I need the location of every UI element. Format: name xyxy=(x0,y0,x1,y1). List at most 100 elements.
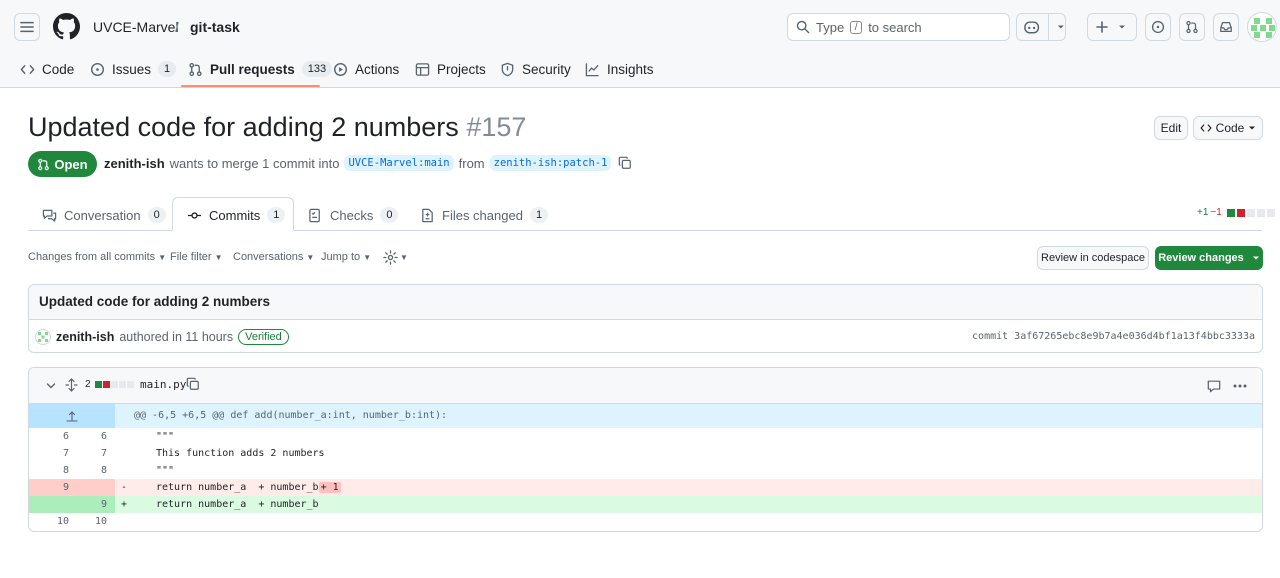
caret-down-icon: ▼ xyxy=(214,253,223,262)
diffstat-block xyxy=(95,381,102,388)
pull-request-icon xyxy=(1186,20,1198,34)
code-icon xyxy=(20,64,35,74)
code-dropdown-button[interactable]: Code xyxy=(1193,116,1263,140)
comment-icon[interactable] xyxy=(1207,379,1221,393)
verified-badge[interactable]: Verified xyxy=(238,328,289,345)
merge-text: wants to merge 1 commit into xyxy=(169,155,340,171)
diff-line-deletion: 9 - return number_a + number_b + 1 xyxy=(29,479,1262,496)
file-diffstat xyxy=(95,381,134,388)
review-codespace-label: Review in codespace xyxy=(1041,252,1145,264)
create-new-button[interactable] xyxy=(1087,13,1137,41)
graph-icon xyxy=(585,62,599,76)
tab-actions[interactable]: Actions xyxy=(333,59,399,79)
hunk-text: @@ -6,5 +6,5 @@ def add(number_a:int, nu… xyxy=(134,410,448,421)
old-line-number[interactable]: 6 xyxy=(29,428,69,445)
diffstat-block xyxy=(1236,208,1245,217)
inbox-button[interactable] xyxy=(1213,13,1239,41)
pull-requests-button[interactable] xyxy=(1179,13,1205,41)
pr-tab-conversation[interactable]: Conversation 0 xyxy=(42,206,166,224)
chevron-down-icon[interactable] xyxy=(46,381,56,391)
github-logo[interactable] xyxy=(53,13,80,40)
commit-sha[interactable]: commit 3af67265ebc8e9b7a4e036d4bf1a13f4b… xyxy=(972,331,1255,342)
chevron-down-icon xyxy=(1252,256,1259,260)
commit-author[interactable]: zenith-ish xyxy=(56,330,114,344)
breadcrumb-repo[interactable]: git-task xyxy=(190,19,240,35)
comment-icon xyxy=(42,209,57,222)
line-code: """ xyxy=(156,465,175,476)
old-line-number[interactable]: 9 xyxy=(29,479,69,496)
kebab-icon[interactable] xyxy=(1233,384,1247,388)
tab-label: Pull requests xyxy=(210,61,295,77)
conversations-dropdown[interactable]: Conversations ▼ xyxy=(233,251,314,263)
commit-details: zenith-ish authored in 11 hours Verified… xyxy=(29,320,1262,352)
tab-counter: 133 xyxy=(301,61,333,77)
avatar[interactable] xyxy=(1247,12,1277,42)
new-line-number[interactable]: 10 xyxy=(67,513,107,530)
pr-tab-counter: 0 xyxy=(147,207,166,223)
diffstat-block xyxy=(111,381,118,388)
pr-author[interactable]: zenith-ish xyxy=(104,156,165,171)
file-diff: 2 main.py @@ -6,5 +6,5 @@ def add(number… xyxy=(28,367,1263,532)
new-line-number[interactable]: 9 xyxy=(67,496,107,513)
checklist-icon xyxy=(309,208,320,222)
pr-tab-commits[interactable]: Commits 1 xyxy=(187,206,286,224)
search-input[interactable]: Type / to search xyxy=(787,13,1010,41)
pr-tab-counter: 0 xyxy=(380,207,399,223)
status-label: Open xyxy=(54,156,88,172)
tab-label: Projects xyxy=(437,61,486,77)
line-code: This function adds 2 numbers xyxy=(156,448,325,459)
tab-issues[interactable]: Issues 1 xyxy=(90,59,177,79)
old-line-number[interactable]: 10 xyxy=(29,513,69,530)
tab-projects[interactable]: Projects xyxy=(415,59,486,79)
expand-icon[interactable] xyxy=(65,378,78,392)
diff-settings-button[interactable]: ▼ xyxy=(383,250,408,265)
tab-security[interactable]: Security xyxy=(500,59,571,79)
caret-down-icon: ▼ xyxy=(400,253,408,262)
file-name[interactable]: main.py xyxy=(140,378,186,391)
copilot-icon xyxy=(1024,21,1040,34)
copy-icon[interactable] xyxy=(618,156,632,170)
conversations-label: Conversations xyxy=(233,251,304,263)
breadcrumb-owner[interactable]: UVCE-Marvel xyxy=(93,19,179,35)
copy-icon[interactable] xyxy=(186,377,200,391)
review-in-codespace-button[interactable]: Review in codespace xyxy=(1037,246,1149,270)
pr-tab-files-changed[interactable]: Files changed 1 xyxy=(420,206,549,224)
diffstat: +1 −1 xyxy=(1197,207,1275,218)
selected-tab-underline xyxy=(181,85,320,87)
search-shortcut: / xyxy=(850,20,863,34)
commit-card: Updated code for adding 2 numbers zenith… xyxy=(28,284,1263,353)
tab-label: Actions xyxy=(355,61,400,77)
diff-line: 8 8 """ xyxy=(29,462,1262,479)
review-changes-button[interactable]: Review changes xyxy=(1155,246,1263,270)
expand-up-icon[interactable] xyxy=(66,410,78,422)
commit-message[interactable]: Updated code for adding 2 numbers xyxy=(29,285,1262,320)
old-line-number[interactable]: 8 xyxy=(29,462,69,479)
edit-button[interactable]: Edit xyxy=(1154,116,1188,140)
copilot-button[interactable] xyxy=(1016,13,1066,41)
tab-pull-requests[interactable]: Pull requests 133 xyxy=(188,59,333,79)
hunk-expand-gutter[interactable] xyxy=(29,404,115,428)
new-line-number[interactable]: 6 xyxy=(67,428,107,445)
file-filter-dropdown[interactable]: File filter ▼ xyxy=(170,251,223,263)
changes-from-dropdown[interactable]: Changes from all commits ▼ xyxy=(28,251,166,263)
base-branch[interactable]: UVCE-Marvel:main xyxy=(344,155,454,171)
old-line-number[interactable]: 7 xyxy=(29,445,69,462)
head-branch[interactable]: zenith-ish:patch-1 xyxy=(489,155,612,171)
chevron-down-icon xyxy=(1249,126,1256,130)
pr-tab-checks[interactable]: Checks 0 xyxy=(308,206,399,224)
code-icon xyxy=(1200,124,1212,132)
new-line-number[interactable]: 7 xyxy=(67,445,107,462)
menu-button[interactable] xyxy=(14,13,40,41)
chevron-down-icon xyxy=(1119,25,1125,29)
tab-label: Security xyxy=(522,61,571,77)
pr-tab-label: Conversation xyxy=(64,207,141,223)
diffstat-block xyxy=(1266,208,1275,217)
avatar[interactable] xyxy=(35,328,51,345)
tab-insights[interactable]: Insights xyxy=(585,59,654,79)
tab-code[interactable]: Code xyxy=(20,59,74,79)
new-line-number[interactable]: 8 xyxy=(67,462,107,479)
actions-icon xyxy=(333,62,348,76)
pr-tab-label: Checks xyxy=(330,207,374,223)
issues-button[interactable] xyxy=(1145,13,1171,41)
jump-to-dropdown[interactable]: Jump to ▼ xyxy=(321,251,371,263)
